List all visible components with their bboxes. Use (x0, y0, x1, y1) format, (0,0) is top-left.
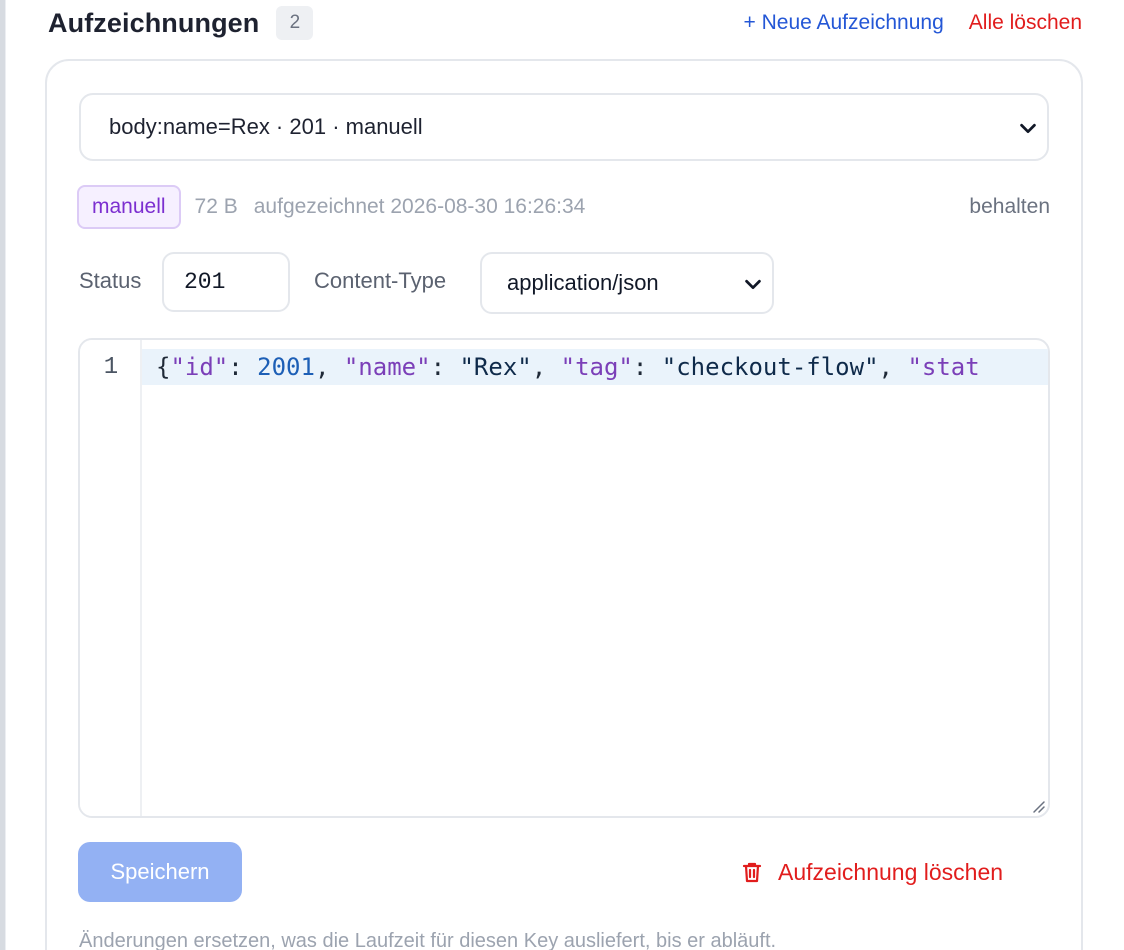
header-actions: + Neue Aufzeichnung Alle löschen (744, 11, 1082, 35)
code-token: "id" (170, 353, 229, 381)
status-input-value: 201 (184, 269, 226, 295)
recording-meta: manuell 72 B aufgezeichnet 2026-08-30 16… (77, 185, 1050, 229)
chevron-down-icon (745, 279, 761, 290)
clear-all-link[interactable]: Alle löschen (969, 11, 1082, 35)
code-token: "tag" (560, 353, 633, 381)
background-window-edge (0, 0, 6, 950)
recordings-count-badge: 2 (276, 6, 314, 40)
content-type-label: Content-Type (314, 268, 447, 293)
code-token: 2001 (257, 353, 315, 381)
code-token: , (878, 353, 908, 381)
content-type-select[interactable]: application/json (480, 252, 774, 314)
editor-gutter (80, 340, 142, 816)
content-type-value: application/json (507, 270, 659, 295)
recording-size: 72 B (194, 195, 238, 218)
section-title: Aufzeichnungen (48, 7, 260, 38)
new-recording-link[interactable]: + Neue Aufzeichnung (744, 11, 944, 35)
resize-handle-icon[interactable] (1030, 798, 1046, 814)
recordings-header: Aufzeichnungen 2 + Neue Aufzeichnung All… (48, 0, 1082, 46)
code-token: : (430, 353, 460, 381)
recorded-timestamp: aufgezeichnet 2026-08-30 16:26:34 (253, 195, 586, 218)
delete-recording-label: Aufzeichnung löschen (778, 858, 1004, 885)
footnote-hint: Änderungen ersetzen, was die Laufzeit fü… (79, 930, 777, 950)
line-number: 1 (103, 353, 119, 381)
code-line: {"id": 2001, "name": "Rex", "tag": "chec… (156, 349, 980, 385)
code-token: , (531, 353, 561, 381)
keep-button[interactable]: behalten (969, 195, 1050, 219)
code-token: "checkout-flow" (661, 353, 879, 381)
body-code-editor[interactable]: 1 {"id": 2001, "name": "Rex", "tag": "ch… (78, 338, 1050, 818)
code-token: { (156, 353, 171, 381)
chevron-down-icon (1020, 123, 1036, 134)
code-token: "name" (343, 353, 431, 381)
code-token: "stat (907, 353, 980, 381)
code-token: : (632, 353, 662, 381)
mode-badge: manuell (77, 185, 181, 229)
code-token: , (314, 353, 344, 381)
status-input[interactable]: 201 (162, 252, 290, 312)
delete-recording-button[interactable]: Aufzeichnung löschen (740, 855, 1003, 889)
recording-select-value: body:name=Rex · 201 · manuell (109, 114, 423, 139)
save-button[interactable]: Speichern (78, 842, 242, 902)
code-token: "Rex" (459, 353, 532, 381)
trash-icon (742, 862, 762, 883)
code-token: : (228, 353, 258, 381)
status-label: Status (79, 268, 142, 293)
recording-select[interactable]: body:name=Rex · 201 · manuell (79, 93, 1049, 161)
